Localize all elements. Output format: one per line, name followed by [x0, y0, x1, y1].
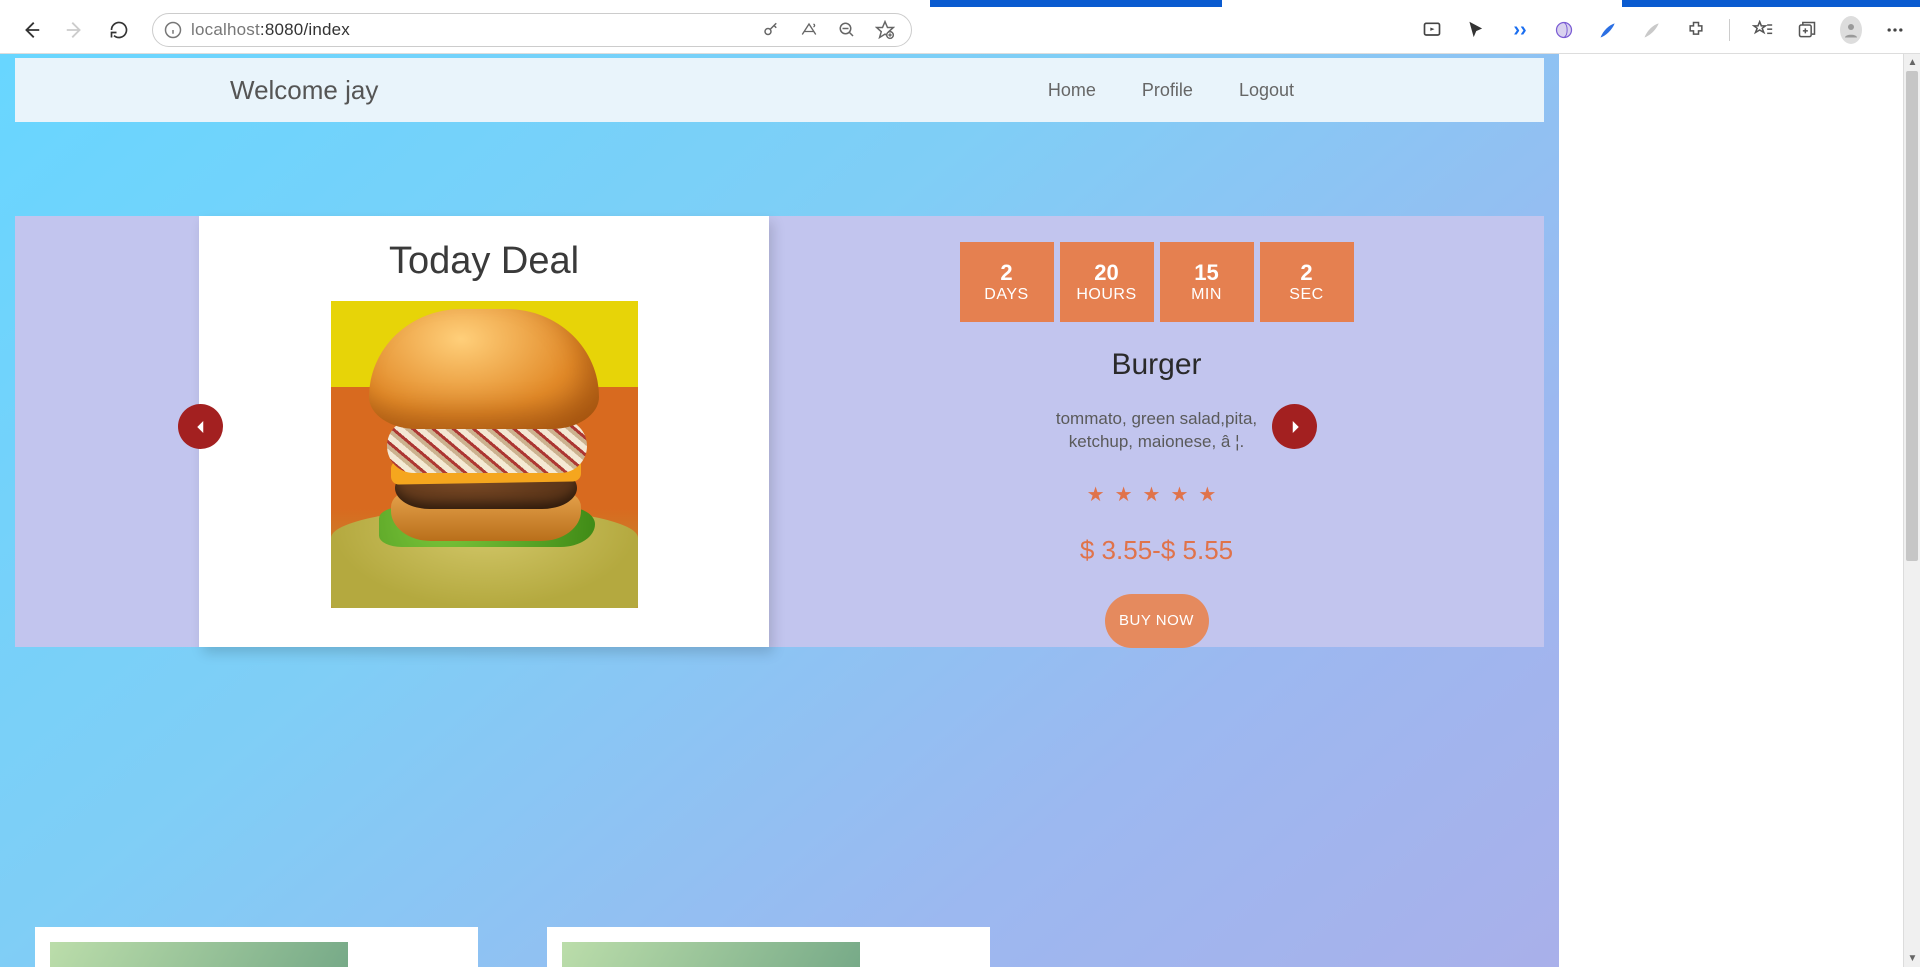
read-aloud-icon[interactable] — [799, 20, 819, 40]
brand-welcome: Welcome jay — [230, 75, 378, 106]
countdown-hours: 20 HOURS — [1060, 242, 1154, 322]
feather-grey-icon[interactable] — [1641, 19, 1663, 41]
carousel-prev-button[interactable] — [178, 404, 223, 449]
separator — [1729, 19, 1730, 41]
rating-stars: ★★★★★ — [769, 482, 1544, 507]
site-navbar: Welcome jay Home Profile Logout — [15, 58, 1544, 122]
browser-toolbar: localhost:8080/index ›› — [0, 7, 1920, 54]
password-icon[interactable] — [761, 20, 781, 40]
deal-right-panel: 2 DAYS 20 HOURS 15 MIN 2 SEC — [769, 216, 1544, 647]
nav-link-logout[interactable]: Logout — [1239, 80, 1294, 101]
feather-blue-icon[interactable] — [1597, 19, 1619, 41]
zoom-out-icon[interactable] — [837, 20, 857, 40]
countdown-timer: 2 DAYS 20 HOURS 15 MIN 2 SEC — [769, 242, 1544, 322]
scroll-thumb[interactable] — [1906, 71, 1918, 561]
card-preview-2[interactable] — [547, 927, 990, 967]
card-preview-1[interactable] — [35, 927, 478, 967]
window-top-strip — [0, 0, 1920, 7]
site-info-icon[interactable] — [163, 20, 183, 40]
deal-left-card: Today Deal — [199, 216, 769, 647]
vertical-scrollbar[interactable]: ▲ ▼ — [1903, 54, 1920, 967]
more-menu-icon[interactable] — [1884, 19, 1906, 41]
favorites-list-icon[interactable] — [1752, 19, 1774, 41]
deal-carousel: Today Deal 2 DAYS — [15, 216, 1544, 647]
toolbar-right-icons: ›› — [1421, 19, 1906, 41]
url-text[interactable]: localhost:8080/index — [191, 20, 753, 40]
countdown-sec: 2 SEC — [1260, 242, 1354, 322]
scroll-track[interactable] — [1904, 71, 1920, 950]
profile-avatar[interactable] — [1840, 19, 1862, 41]
product-name: Burger — [769, 348, 1544, 382]
page-content: Welcome jay Home Profile Logout Today De… — [0, 54, 1559, 967]
collections-icon[interactable] — [1796, 19, 1818, 41]
scroll-up-arrow[interactable]: ▲ — [1904, 54, 1920, 71]
countdown-days: 2 DAYS — [960, 242, 1054, 322]
buy-now-button[interactable]: BUY NOW — [1105, 594, 1209, 648]
back-button[interactable] — [14, 13, 48, 47]
scroll-down-arrow[interactable]: ▼ — [1904, 950, 1920, 967]
globe-shield-icon[interactable] — [1553, 19, 1575, 41]
cards-row — [15, 927, 1544, 967]
address-bar[interactable]: localhost:8080/index — [152, 13, 912, 47]
nav-links: Home Profile Logout — [1048, 80, 1504, 101]
product-description: tommato, green salad,pita, ketchup, maio… — [769, 408, 1544, 454]
deal-title: Today Deal — [199, 240, 769, 283]
forward-button — [58, 13, 92, 47]
carousel-next-button[interactable] — [1272, 404, 1317, 449]
refresh-button[interactable] — [102, 13, 136, 47]
nav-link-home[interactable]: Home — [1048, 80, 1096, 101]
extensions-icon[interactable] — [1685, 19, 1707, 41]
product-price: $ 3.55-$ 5.55 — [769, 535, 1544, 566]
media-icon[interactable] — [1421, 19, 1443, 41]
product-image — [331, 301, 638, 608]
cursor-icon[interactable] — [1465, 19, 1487, 41]
countdown-min: 15 MIN — [1160, 242, 1254, 322]
favorite-star-icon[interactable] — [875, 20, 895, 40]
wave-blue-icon[interactable]: ›› — [1509, 19, 1531, 41]
nav-link-profile[interactable]: Profile — [1142, 80, 1193, 101]
